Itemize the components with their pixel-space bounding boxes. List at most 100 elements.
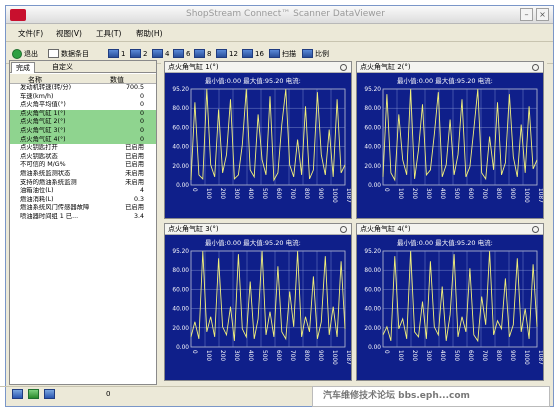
menu-help[interactable]: 帮助(H) (136, 28, 163, 39)
table-row[interactable]: 支持的燃油系统监测 未启用 (10, 179, 156, 188)
x-tick-label: 1087 (537, 350, 543, 365)
frame-counter: 0 (106, 390, 111, 398)
table-row[interactable]: 燃油消耗(L) 0.3 (10, 196, 156, 205)
row-name: 点火角气缸 1(°) (20, 109, 66, 117)
table-row[interactable]: 点火钥匙打开 已启用 (10, 144, 156, 153)
graph-panel-cyl3[interactable]: 点火角气缸 3(°) 最小值:0.00 最大值:95.20 电流: 95.20 80.… (164, 223, 352, 381)
menu-file[interactable]: 文件(F) (18, 28, 43, 39)
ratio-icon (302, 49, 313, 58)
scan-button[interactable]: 扫描 (269, 47, 296, 60)
ratio-button[interactable]: 比例 (302, 47, 329, 60)
row-name: 点火角气缸 4(°) (20, 135, 66, 143)
graph-panel-cyl1[interactable]: 点火角气缸 1(°) 最小值:0.00 最大值:95.20 电流: 95.20 80.… (164, 61, 352, 219)
table-row[interactable]: 不可信的 M/G% 已启用 (10, 161, 156, 170)
menu-view[interactable]: 视图(V) (56, 28, 82, 39)
y-tick-label: 95.20 (364, 249, 381, 255)
play-icon[interactable] (28, 389, 39, 399)
table-row[interactable]: 车速(km/h) 0 (10, 93, 156, 102)
y-tick-label: 40.00 (364, 145, 381, 151)
y-tick-label: 20.00 (364, 326, 381, 332)
layout-16-button[interactable]: 16 (242, 47, 264, 60)
x-tick-label: 400 (247, 350, 253, 361)
row-value: 4 (139, 187, 144, 195)
x-tick-label: 100 (397, 350, 403, 361)
x-tick-label: 800 (303, 188, 309, 199)
graph-options-icon[interactable] (532, 64, 539, 71)
layout-4-button[interactable]: 4 (152, 47, 169, 60)
graph-options-icon[interactable] (340, 64, 347, 71)
y-tick-label: 60.00 (364, 125, 381, 131)
x-tick-label: 1000 (331, 188, 337, 203)
table-row[interactable]: 点火角气缸 4(°) 0 (10, 135, 156, 145)
list-icon (48, 49, 59, 58)
table-header: 名称 数值 (10, 74, 156, 84)
layout-icon (242, 49, 253, 58)
tab-custom[interactable]: 自定义 (48, 62, 77, 73)
y-tick-label: 0.00 (368, 183, 381, 189)
graph-stats: 最小值:0.00 最大值:95.20 电流: (205, 238, 301, 247)
layout-2-button[interactable]: 2 (130, 47, 147, 60)
table-row[interactable]: 燃油系统监测状态 未启用 (10, 170, 156, 179)
layout-icon (173, 49, 184, 58)
y-tick-label: 95.20 (172, 87, 189, 93)
menu-tools[interactable]: 工具(T) (96, 28, 121, 39)
graph-panel-cyl2[interactable]: 点火角气缸 2(°) 最小值:0.00 最大值:95.20 电流: 95.20 80.… (356, 61, 544, 219)
table-row[interactable]: 点火角气缸 2(°) 0 (10, 118, 156, 127)
series-line (382, 89, 538, 182)
table-row[interactable]: 喷油器时间组 1 已... 3.4 (10, 213, 156, 222)
layout-6-button[interactable]: 6 (173, 47, 190, 60)
graph-title: 点火角气缸 2(°) (357, 62, 543, 73)
close-button[interactable]: × (536, 8, 549, 21)
row-name: 燃油系统监测状态 (20, 169, 71, 177)
tab-done[interactable]: 完成 (11, 62, 35, 73)
layout-8-button[interactable]: 8 (194, 47, 211, 60)
x-tick-label: 300 (233, 350, 239, 361)
x-tick-label: 1000 (523, 350, 529, 365)
row-value: 已启用 (125, 152, 144, 160)
line-chart: 最小值:0.00 最大值:95.20 电流: 95.20 80.00 60.00 40.… (364, 76, 543, 203)
row-name: 点火角平均值(°) (20, 101, 66, 109)
y-tick-label: 80.00 (172, 268, 189, 274)
row-value: 未启用 (125, 178, 144, 186)
row-value: 已启用 (125, 144, 144, 152)
layout-12-button[interactable]: 12 (216, 47, 238, 60)
table-row[interactable]: 点火角气缸 3(°) 0 (10, 126, 156, 136)
scan-icon (269, 49, 280, 58)
layout-icon (130, 49, 141, 58)
y-tick-label: 80.00 (364, 268, 381, 274)
forward-icon[interactable] (44, 389, 55, 399)
table-row[interactable]: 油箱油位(L) 4 (10, 187, 156, 196)
table-row[interactable]: 发动机转速(转/分) 700.5 (10, 84, 156, 93)
x-tick-label: 900 (317, 350, 323, 361)
x-tick-label: 100 (397, 188, 403, 199)
exit-button[interactable]: 退出 (12, 47, 38, 60)
row-name: 点火钥匙打开 (20, 144, 58, 152)
row-value: 700.5 (125, 84, 144, 91)
x-tick-label: 100 (205, 350, 211, 361)
table-row[interactable]: 燃油系统风门传感器故障 已启用 (10, 204, 156, 213)
data-items-button[interactable]: 数据条目 (48, 47, 89, 60)
row-name: 油箱油位(L) (20, 187, 54, 195)
x-tick-label: 500 (453, 188, 459, 199)
row-value: 0 (139, 126, 144, 134)
minimize-button[interactable]: – (520, 8, 533, 21)
y-tick-label: 20.00 (172, 326, 189, 332)
graph-options-icon[interactable] (532, 226, 539, 233)
table-row[interactable]: 点火角平均值(°) 0 (10, 101, 156, 110)
rewind-icon[interactable] (12, 389, 23, 399)
layout-1-button[interactable]: 1 (108, 47, 125, 60)
row-value: 0.3 (133, 195, 144, 203)
graph-options-icon[interactable] (340, 226, 347, 233)
x-tick-label: 600 (467, 188, 473, 199)
table-row[interactable]: 点火角气缸 1(°) 0 (10, 109, 156, 119)
graph-stats: 最小值:0.00 最大值:95.20 电流: (205, 76, 301, 85)
table-body: 发动机转速(转/分) 700.5 车速(km/h) 0 点火角平均值(°) 0 点火角气缸 … (10, 84, 156, 222)
line-chart: 最小值:0.00 最大值:95.20 电流: 95.20 80.00 60.00 40.… (172, 238, 351, 365)
series-line (382, 251, 538, 343)
row-name: 喷油器时间组 1 已... (20, 212, 79, 220)
row-value: 0 (139, 135, 144, 143)
x-tick-label: 800 (495, 350, 501, 361)
y-tick-label: 0.00 (368, 345, 381, 351)
table-row[interactable]: 点火钥匙状态 已启用 (10, 153, 156, 162)
graph-panel-cyl4[interactable]: 点火角气缸 4(°) 最小值:0.00 最大值:95.20 电流: 95.20 80.… (356, 223, 544, 381)
